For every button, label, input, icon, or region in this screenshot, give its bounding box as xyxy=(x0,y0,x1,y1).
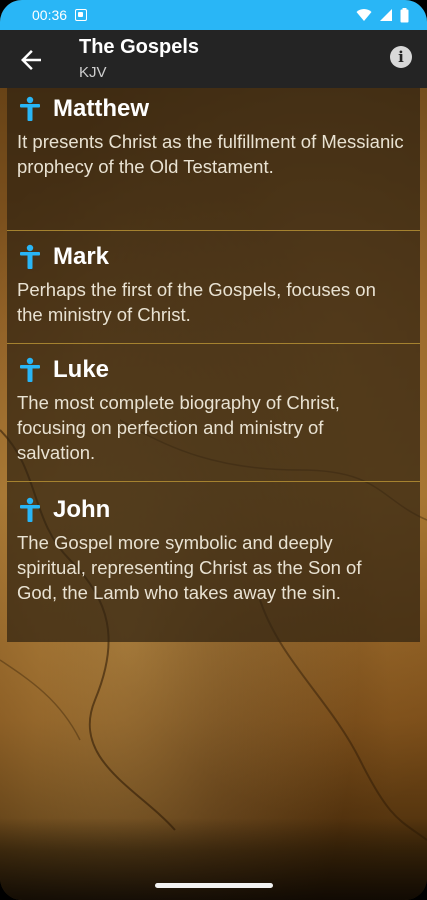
gospel-list: Matthew It presents Christ as the fulfil… xyxy=(7,88,420,642)
home-gesture-handle[interactable] xyxy=(155,883,273,888)
person-icon xyxy=(20,497,40,522)
person-icon xyxy=(20,357,40,382)
gospel-name: Matthew xyxy=(53,95,149,122)
gospel-item-header: John xyxy=(17,490,410,530)
system-nav-bar xyxy=(0,818,427,900)
gospel-description: Perhaps the first of the Gospels, focuse… xyxy=(17,279,376,325)
page-subtitle: KJV xyxy=(79,64,107,81)
gospel-description: It presents Christ as the fulfillment of… xyxy=(17,131,404,177)
battery-icon xyxy=(400,7,409,22)
status-time: 00:36 xyxy=(32,7,68,23)
app-bar: The Gospels KJV i xyxy=(0,30,427,88)
gospel-description: The Gospel more symbolic and deeply spir… xyxy=(17,532,362,603)
wifi-icon xyxy=(356,9,372,21)
person-icon xyxy=(20,96,40,121)
gospel-name: John xyxy=(53,496,111,523)
gospel-item-header: Mark xyxy=(17,237,410,277)
gospel-name: Mark xyxy=(53,243,110,270)
gospel-item-luke[interactable]: Luke The most complete biography of Chri… xyxy=(7,343,420,481)
gospel-name: Luke xyxy=(53,356,110,383)
notification-badge-icon xyxy=(75,9,88,21)
page-title: The Gospels xyxy=(79,36,200,58)
app-screen: 00:36 The Gospels KJV i Matthew It prese… xyxy=(0,0,427,900)
status-bar: 00:36 xyxy=(0,0,427,30)
arrow-back-icon[interactable] xyxy=(16,45,46,75)
person-icon xyxy=(20,244,40,269)
signal-icon xyxy=(380,9,392,21)
gospel-item-mark[interactable]: Mark Perhaps the first of the Gospels, f… xyxy=(7,230,420,343)
info-icon[interactable]: i xyxy=(390,46,412,68)
gospel-description: The most complete biography of Christ, f… xyxy=(17,392,340,463)
gospel-item-john[interactable]: John The Gospel more symbolic and deeply… xyxy=(7,481,420,642)
gospel-item-matthew[interactable]: Matthew It presents Christ as the fulfil… xyxy=(7,88,420,230)
gospel-item-header: Matthew xyxy=(17,89,410,129)
gospel-item-header: Luke xyxy=(17,350,410,390)
